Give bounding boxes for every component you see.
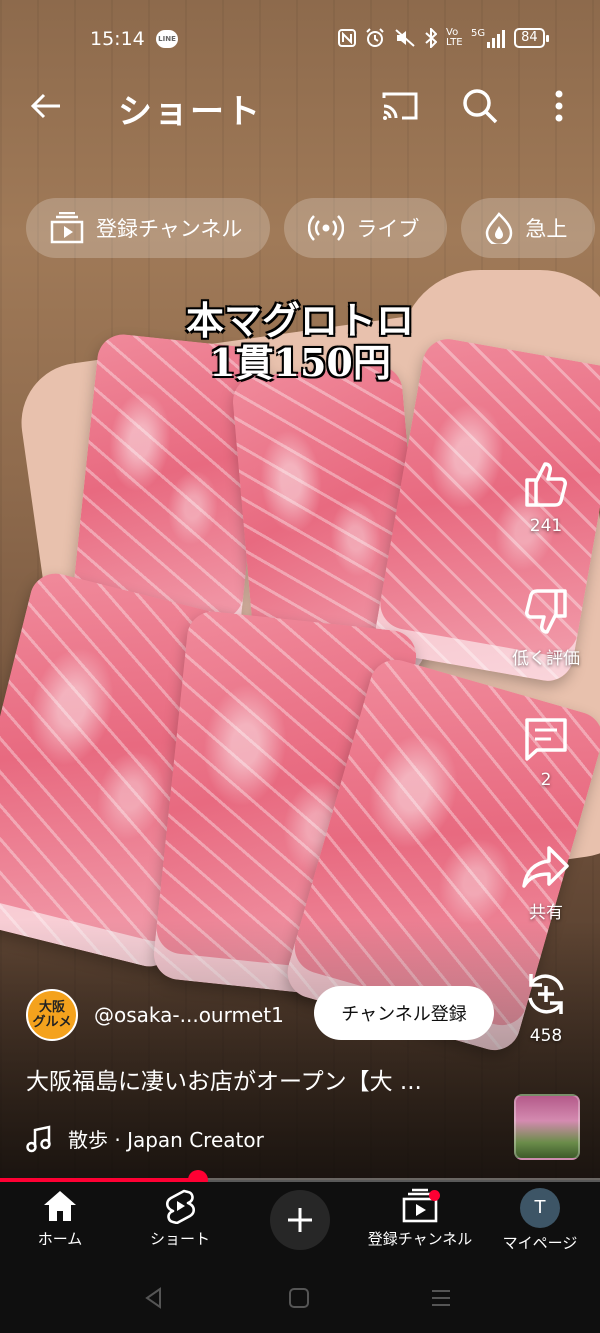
line-app-icon: LINE bbox=[156, 30, 178, 48]
caption-line-2: 1貫150円 bbox=[209, 340, 391, 385]
plus-icon bbox=[288, 1208, 312, 1232]
top-app-bar: ショート bbox=[0, 80, 600, 136]
back-triangle-icon[interactable] bbox=[142, 1286, 166, 1310]
comment-count: 2 bbox=[540, 770, 552, 790]
music-row[interactable]: 散歩 · Japan Creator bbox=[26, 1124, 264, 1153]
bluetooth-icon bbox=[425, 28, 437, 48]
chip-trending[interactable]: 急上 bbox=[461, 198, 596, 258]
video-caption: 本マグロトロ 1貫150円 bbox=[0, 300, 600, 384]
caption-line-1: 本マグロトロ bbox=[185, 298, 414, 343]
music-thumbnail[interactable] bbox=[514, 1094, 580, 1160]
like-count: 241 bbox=[529, 516, 563, 536]
signal-icon: 5G bbox=[471, 28, 506, 48]
search-icon[interactable] bbox=[460, 86, 500, 126]
comments-button[interactable]: 2 bbox=[506, 716, 586, 790]
music-label: 散歩 · Japan Creator bbox=[68, 1128, 264, 1152]
create-button[interactable] bbox=[270, 1190, 330, 1250]
share-button[interactable]: 共有 bbox=[506, 844, 586, 923]
back-arrow-icon[interactable] bbox=[26, 86, 66, 126]
short-title[interactable]: 大阪福島に凄いお店がオープン【大 ... bbox=[26, 1062, 486, 1096]
remix-button[interactable]: 458 bbox=[506, 970, 586, 1046]
profile-avatar: T bbox=[520, 1188, 560, 1228]
avatar-text: グルメ bbox=[32, 1015, 72, 1030]
nfc-icon bbox=[338, 29, 356, 47]
thumbs-up-icon bbox=[525, 462, 567, 507]
live-icon bbox=[308, 215, 345, 241]
share-icon bbox=[522, 846, 569, 888]
more-vertical-icon[interactable] bbox=[546, 86, 572, 126]
status-time: 15:14 bbox=[90, 28, 145, 50]
channel-avatar[interactable]: 大阪 グルメ bbox=[26, 989, 78, 1041]
like-button[interactable]: 241 bbox=[506, 460, 586, 536]
home-icon bbox=[44, 1191, 76, 1221]
avatar-text: 大阪 bbox=[38, 1000, 65, 1015]
nav-label: ショート bbox=[149, 1230, 210, 1248]
thumbs-down-icon bbox=[525, 589, 567, 634]
subscriptions-icon bbox=[50, 212, 84, 244]
remix-count: 458 bbox=[529, 1026, 563, 1046]
nav-subscriptions[interactable]: 登録チャンネル bbox=[355, 1188, 485, 1249]
feed-filter-chips: 登録チャンネル ライブ 急上 bbox=[26, 198, 596, 258]
channel-row[interactable]: 大阪 グルメ @osaka-...ourmet1 bbox=[26, 988, 284, 1042]
cast-icon[interactable] bbox=[380, 88, 420, 124]
nav-label: マイページ bbox=[502, 1234, 578, 1252]
chip-live[interactable]: ライブ bbox=[284, 198, 448, 258]
nav-home[interactable]: ホーム bbox=[0, 1188, 125, 1249]
chip-subscriptions[interactable]: 登録チャンネル bbox=[26, 198, 271, 258]
status-icons: Vo LTE 5G 84 bbox=[338, 27, 549, 48]
status-bar: 15:14 LINE Vo LTE 5G 84 bbox=[0, 22, 600, 58]
chip-label: ライブ bbox=[356, 217, 420, 241]
comment-icon bbox=[525, 718, 567, 761]
nav-label: ホーム bbox=[37, 1230, 83, 1248]
dislike-label: 低く評価 bbox=[512, 649, 580, 669]
chip-label: 登録チャンネル bbox=[96, 217, 243, 241]
remix-icon bbox=[528, 974, 564, 1014]
system-navigation-bar bbox=[0, 1268, 600, 1333]
bottom-navigation: ホーム ショート 登録チャンネル T マイページ bbox=[0, 1182, 600, 1268]
share-label: 共有 bbox=[529, 903, 563, 923]
nav-profile[interactable]: T マイページ bbox=[475, 1188, 600, 1253]
dislike-button[interactable]: 低く評価 bbox=[506, 588, 586, 669]
home-square-icon[interactable] bbox=[287, 1286, 311, 1310]
page-title: ショート bbox=[118, 92, 262, 132]
nav-label: 登録チャンネル bbox=[367, 1230, 473, 1248]
mute-icon bbox=[395, 29, 415, 47]
volte-icon: Vo LTE bbox=[446, 27, 463, 48]
battery-icon: 84 bbox=[514, 28, 549, 48]
music-note-icon bbox=[26, 1124, 51, 1152]
nav-shorts[interactable]: ショート bbox=[115, 1188, 245, 1249]
network-label: 5G bbox=[471, 28, 486, 39]
shorts-icon bbox=[165, 1189, 196, 1224]
subscribe-button[interactable]: チャンネル登録 bbox=[314, 986, 494, 1040]
recents-menu-icon[interactable] bbox=[429, 1286, 453, 1310]
chip-label: 急上 bbox=[525, 217, 568, 241]
alarm-icon bbox=[366, 28, 384, 47]
channel-handle[interactable]: @osaka-...ourmet1 bbox=[94, 1003, 284, 1027]
trending-icon bbox=[486, 212, 513, 244]
notification-dot bbox=[429, 1190, 440, 1201]
